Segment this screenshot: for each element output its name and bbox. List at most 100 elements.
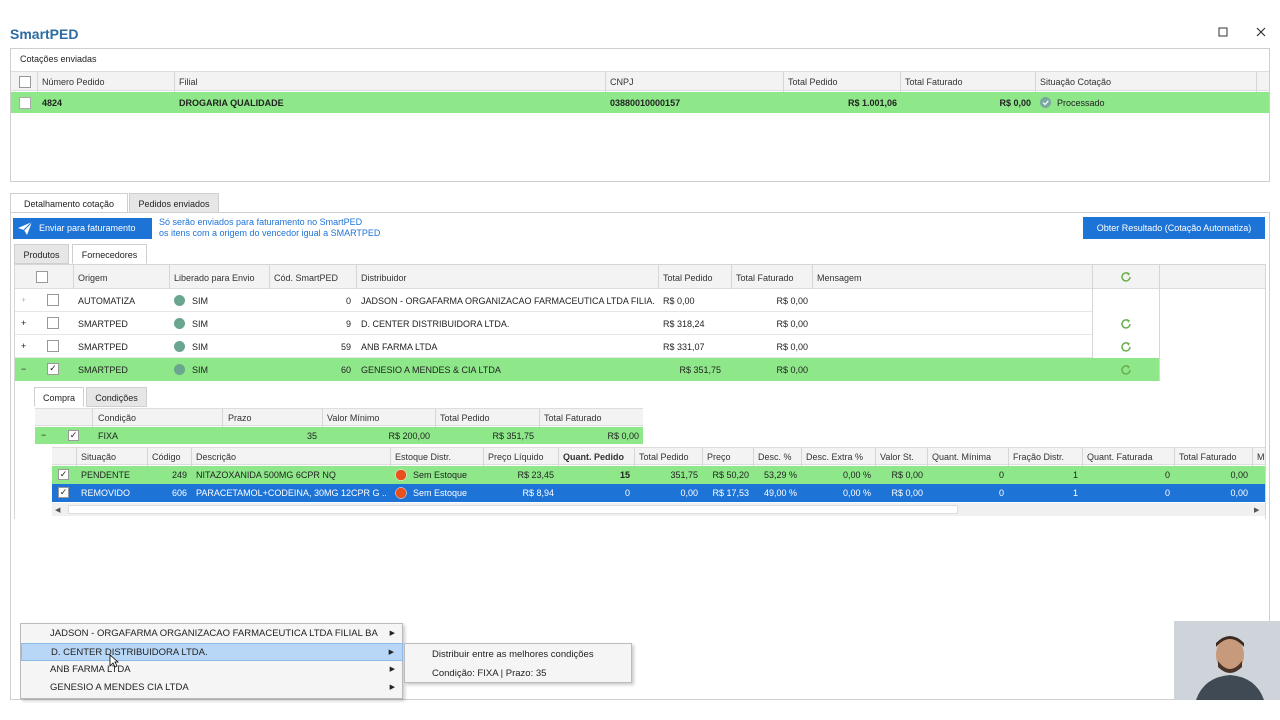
header-cond-total-pedido[interactable]: Total Pedido bbox=[440, 413, 490, 423]
header-item-preco-liquido[interactable]: Preço Líquido bbox=[488, 452, 544, 462]
context-menu-item[interactable]: GENESIO A MENDES CIA LTDA ▶ bbox=[21, 679, 403, 697]
supplier-liberado: SIM bbox=[192, 296, 209, 306]
tab-compra[interactable]: Compra bbox=[34, 387, 84, 407]
refresh-all-icon[interactable] bbox=[1120, 271, 1132, 283]
header-total-pedido[interactable]: Total Pedido bbox=[788, 77, 838, 87]
supplier-distribuidor: ANB FARMA LTDA bbox=[361, 342, 438, 352]
header-item-desc-extra[interactable]: Desc. Extra % bbox=[806, 452, 863, 462]
item-preco-liquido: R$ 23,45 bbox=[517, 470, 554, 480]
header-item-situacao[interactable]: Situação bbox=[81, 452, 116, 462]
collapse-toggle[interactable]: − bbox=[41, 430, 46, 440]
maximize-icon[interactable] bbox=[1213, 24, 1233, 42]
quote-row[interactable]: 4824 DROGARIA QUALIDADE 03880010000157 R… bbox=[11, 92, 1269, 113]
supplier-cod: 0 bbox=[345, 296, 351, 306]
quote-cnpj: 03880010000157 bbox=[610, 98, 681, 108]
header-cod-smartped[interactable]: Cód. SmartPED bbox=[274, 273, 338, 283]
context-menu-item-highlighted[interactable]: D. CENTER DISTRIBUIDORA LTDA. ▶ bbox=[21, 643, 403, 661]
select-all-checkbox[interactable] bbox=[19, 76, 31, 88]
header-valor-minimo[interactable]: Valor Mínimo bbox=[327, 413, 379, 423]
subtab-produtos[interactable]: Produtos bbox=[14, 244, 69, 264]
context-menu-item[interactable]: ANB FARMA LTDA ▶ bbox=[21, 661, 403, 679]
header-distribuidor[interactable]: Distribuidor bbox=[361, 273, 407, 283]
suppliers-select-all[interactable] bbox=[36, 271, 48, 283]
quote-total-pedido: R$ 1.001,06 bbox=[847, 98, 897, 108]
supplier-row-selected[interactable]: − ✓ SMARTPED SIM 60 GENESIO A MENDES & C… bbox=[15, 358, 1092, 381]
close-icon[interactable] bbox=[1251, 24, 1271, 42]
obter-resultado-button[interactable]: Obter Resultado (Cotação Automatiza) bbox=[1083, 217, 1265, 239]
info-text-2: os itens com a origem do vencedor igual … bbox=[159, 228, 381, 238]
expand-toggle[interactable]: + bbox=[21, 341, 26, 351]
header-cnpj[interactable]: CNPJ bbox=[610, 77, 634, 87]
supplier-total: R$ 351,75 bbox=[679, 365, 721, 375]
header-item-codigo[interactable]: Código bbox=[152, 452, 181, 462]
header-item-valor-st[interactable]: Valor St. bbox=[880, 452, 914, 462]
suppliers-header: Origem Liberado para Envio Cód. SmartPED… bbox=[15, 265, 1265, 289]
supplier-cod: 59 bbox=[340, 342, 351, 352]
expand-toggle[interactable]: + bbox=[21, 318, 26, 328]
tab-detalhamento[interactable]: Detalhamento cotação bbox=[10, 193, 128, 213]
item-checkbox[interactable]: ✓ bbox=[58, 469, 69, 480]
refresh-icon[interactable] bbox=[1120, 341, 1132, 353]
subtab-fornecedores[interactable]: Fornecedores bbox=[72, 244, 147, 264]
item-total-faturado: 0,00 bbox=[1230, 470, 1248, 480]
header-condicao[interactable]: Condição bbox=[98, 413, 136, 423]
header-prazo[interactable]: Prazo bbox=[228, 413, 252, 423]
header-item-desc[interactable]: Desc. % bbox=[758, 452, 792, 462]
scrollbar-thumb[interactable] bbox=[68, 505, 958, 514]
header-item-m[interactable]: M bbox=[1257, 452, 1265, 462]
expand-toggle[interactable]: + bbox=[21, 295, 26, 305]
condition-checkbox[interactable]: ✓ bbox=[68, 430, 79, 441]
submenu-distribuir[interactable]: Distribuir entre as melhores condições bbox=[432, 649, 594, 660]
item-row[interactable]: ✓ PENDENTE 249 NITAZOXANIDA 500MG 6CPR N… bbox=[52, 466, 1265, 484]
submenu-arrow-icon: ▶ bbox=[389, 630, 395, 637]
header-liberado[interactable]: Liberado para Envio bbox=[174, 273, 255, 283]
header-situacao[interactable]: Situação Cotação bbox=[1040, 77, 1111, 87]
scroll-left-icon[interactable]: ◀ bbox=[55, 506, 60, 514]
header-total-faturado[interactable]: Total Faturado bbox=[905, 77, 963, 87]
context-menu-item[interactable]: JADSON - ORGAFARMA ORGANIZACAO FARMACEUT… bbox=[21, 625, 403, 643]
supplier-row[interactable]: + SMARTPED SIM 59 ANB FARMA LTDA R$ 331,… bbox=[15, 335, 1092, 358]
header-sup-total-pedido[interactable]: Total Pedido bbox=[663, 273, 713, 283]
header-item-quant-faturada[interactable]: Quant. Faturada bbox=[1087, 452, 1153, 462]
header-item-fracao[interactable]: Fração Distr. bbox=[1013, 452, 1064, 462]
tab-pedidos-enviados[interactable]: Pedidos enviados bbox=[129, 193, 219, 213]
header-filial[interactable]: Filial bbox=[179, 77, 198, 87]
info-text-1: Só serão enviados para faturamento no Sm… bbox=[159, 217, 363, 227]
header-item-total-faturado[interactable]: Total Faturado bbox=[1179, 452, 1237, 462]
header-item-quant-pedido[interactable]: Quant. Pedido bbox=[563, 452, 624, 462]
tab-condicoes[interactable]: Condições bbox=[86, 387, 147, 407]
menu-item-label: GENESIO A MENDES CIA LTDA bbox=[50, 682, 189, 693]
supplier-row[interactable]: + AUTOMATIZA SIM 0 JADSON - ORGAFARMA OR… bbox=[15, 289, 1092, 312]
item-row-selected[interactable]: ✓ REMOVIDO 606 PARACETAMOL+CODEINA, 30MG… bbox=[52, 484, 1265, 502]
refresh-icon[interactable] bbox=[1120, 364, 1132, 376]
supplier-row-checkbox[interactable] bbox=[47, 294, 59, 306]
quote-row-checkbox[interactable] bbox=[19, 97, 31, 109]
send-billing-button[interactable]: Enviar para faturamento bbox=[13, 218, 152, 239]
submenu-condicao[interactable]: Condição: FIXA | Prazo: 35 bbox=[432, 668, 546, 679]
supplier-row-checkbox[interactable]: ✓ bbox=[47, 363, 59, 375]
header-numero-pedido[interactable]: Número Pedido bbox=[42, 77, 105, 87]
item-descricao: PARACETAMOL+CODEINA, 30MG 12CPR G ... bbox=[196, 488, 386, 498]
header-sup-total-faturado[interactable]: Total Faturado bbox=[736, 273, 794, 283]
header-item-estoque[interactable]: Estoque Distr. bbox=[395, 452, 451, 462]
supplier-row-checkbox[interactable] bbox=[47, 340, 59, 352]
header-origem[interactable]: Origem bbox=[78, 273, 108, 283]
item-checkbox[interactable]: ✓ bbox=[58, 487, 69, 498]
quote-situacao: Processado bbox=[1057, 98, 1105, 108]
header-cond-total-faturado[interactable]: Total Faturado bbox=[544, 413, 602, 423]
item-codigo: 249 bbox=[171, 470, 187, 480]
header-item-total-pedido[interactable]: Total Pedido bbox=[639, 452, 689, 462]
refresh-icon[interactable] bbox=[1120, 318, 1132, 330]
header-mensagem[interactable]: Mensagem bbox=[817, 273, 862, 283]
header-item-quant-minima[interactable]: Quant. Mínima bbox=[932, 452, 991, 462]
collapse-toggle[interactable]: − bbox=[21, 364, 26, 374]
horizontal-scrollbar[interactable]: ◀ ▶ bbox=[52, 503, 1265, 516]
supplier-row-checkbox[interactable] bbox=[47, 317, 59, 329]
supplier-row[interactable]: + SMARTPED SIM 9 D. CENTER DISTRIBUIDORA… bbox=[15, 312, 1092, 335]
header-item-preco[interactable]: Preço bbox=[707, 452, 731, 462]
supplier-liberado: SIM bbox=[192, 342, 209, 352]
quote-total-faturado: R$ 0,00 bbox=[999, 98, 1031, 108]
condition-row[interactable]: − ✓ FIXA 35 R$ 200,00 R$ 351,75 R$ 0,00 bbox=[35, 427, 643, 444]
header-item-descricao[interactable]: Descrição bbox=[196, 452, 236, 462]
scroll-right-icon[interactable]: ▶ bbox=[1254, 506, 1259, 514]
